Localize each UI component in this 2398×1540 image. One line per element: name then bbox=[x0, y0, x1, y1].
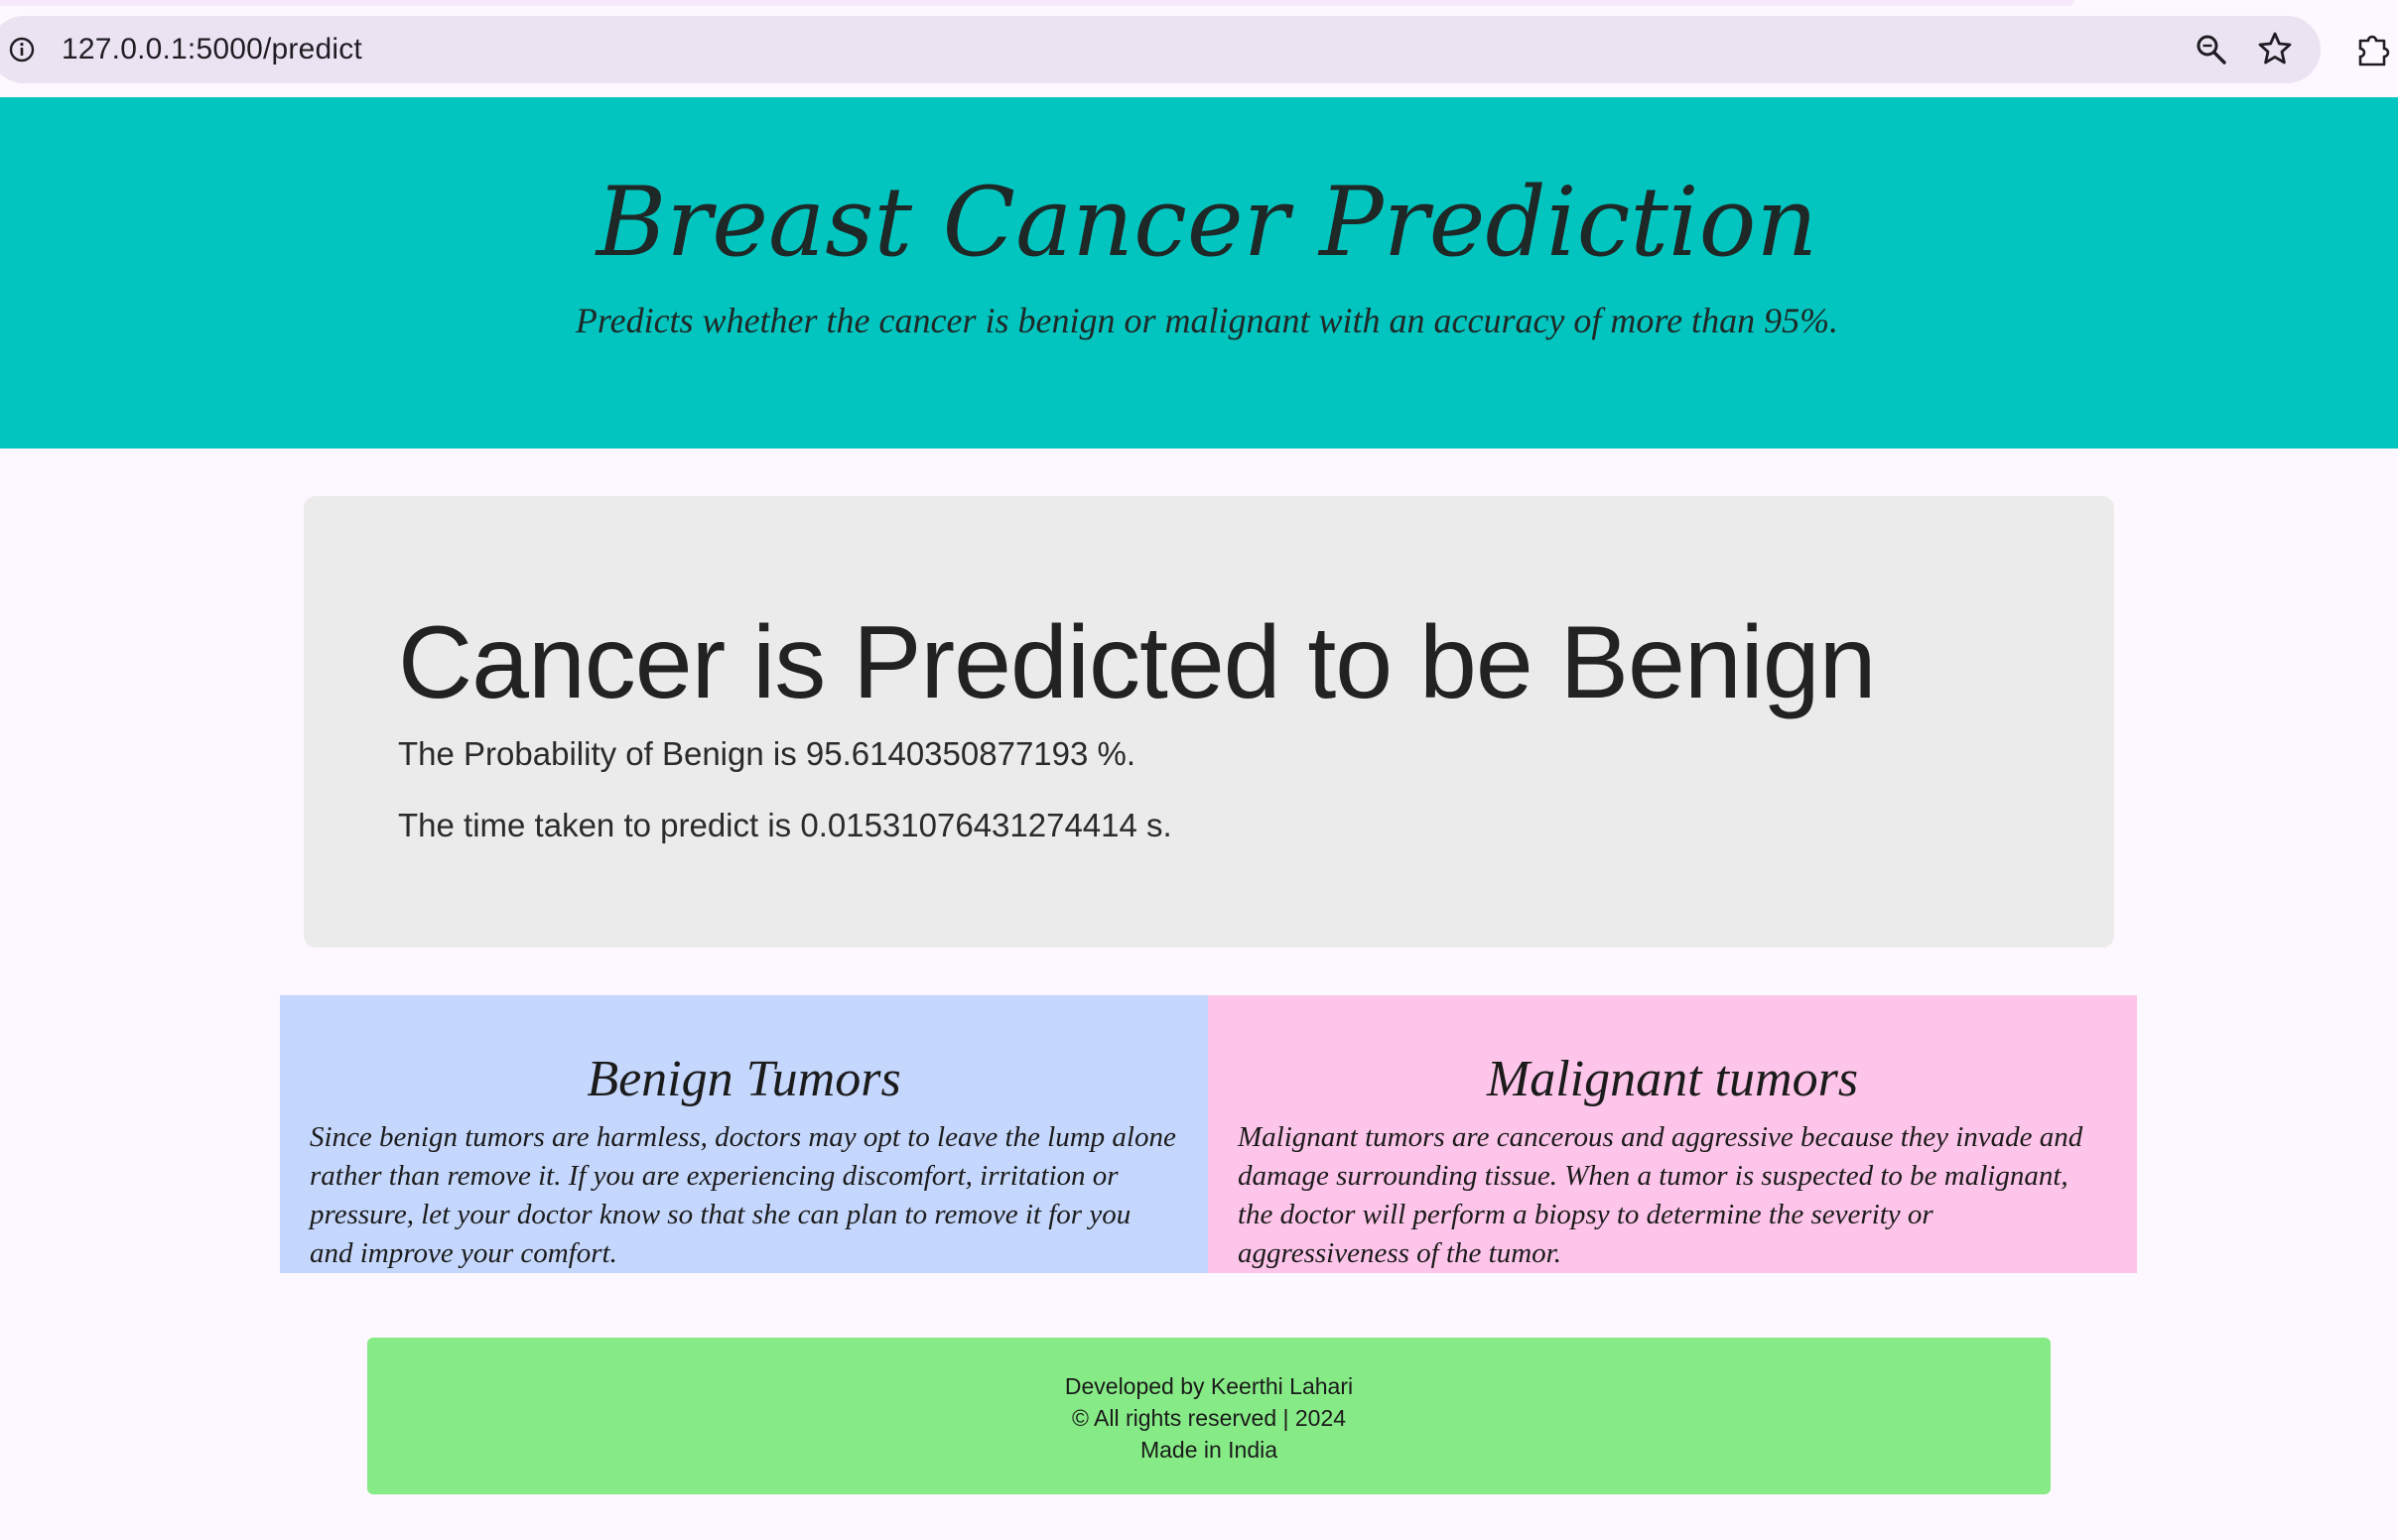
info-icon[interactable] bbox=[8, 36, 36, 64]
prediction-result-panel: Cancer is Predicted to be Benign The Pro… bbox=[304, 496, 2114, 948]
zoom-icon[interactable] bbox=[2194, 32, 2229, 67]
malignant-title: Malignant tumors bbox=[1486, 1051, 1859, 1107]
benign-title: Benign Tumors bbox=[587, 1051, 901, 1107]
tab-strip-edge bbox=[0, 0, 2074, 6]
benign-description: Since benign tumors are harmless, doctor… bbox=[310, 1121, 1176, 1269]
site-footer: Developed by Keerthi Lahari © All rights… bbox=[367, 1338, 2051, 1494]
extensions-icon[interactable] bbox=[2356, 31, 2392, 66]
browser-toolbar: 127.0.0.1:5000/predict bbox=[0, 0, 2398, 97]
footer-made-in: Made in India bbox=[1139, 1437, 1278, 1463]
probability-text: The Probability of Benign is 95.61403508… bbox=[398, 735, 1136, 772]
prediction-time-text: The time taken to predict is 0.015310764… bbox=[398, 807, 1172, 843]
malignant-info-box: Malignant tumors Malignant tumors are ca… bbox=[1208, 995, 2137, 1273]
page-title: Breast Cancer Prediction bbox=[596, 167, 1818, 278]
footer-copyright: © All rights reserved | 2024 bbox=[1071, 1405, 1347, 1431]
bookmark-star-icon[interactable] bbox=[2257, 31, 2293, 66]
footer-developer: Developed by Keerthi Lahari bbox=[1064, 1373, 1354, 1399]
page-subtitle: Predicts whether the cancer is benign or… bbox=[575, 301, 1839, 340]
prediction-heading: Cancer is Predicted to be Benign bbox=[398, 605, 1876, 720]
benign-info-box: Benign Tumors Since benign tumors are ha… bbox=[280, 995, 1208, 1273]
url-text[interactable]: 127.0.0.1:5000/predict bbox=[62, 30, 362, 69]
site-header: Breast Cancer Prediction Predicts whethe… bbox=[0, 97, 2398, 449]
malignant-description: Malignant tumors are cancerous and aggre… bbox=[1238, 1121, 2083, 1269]
